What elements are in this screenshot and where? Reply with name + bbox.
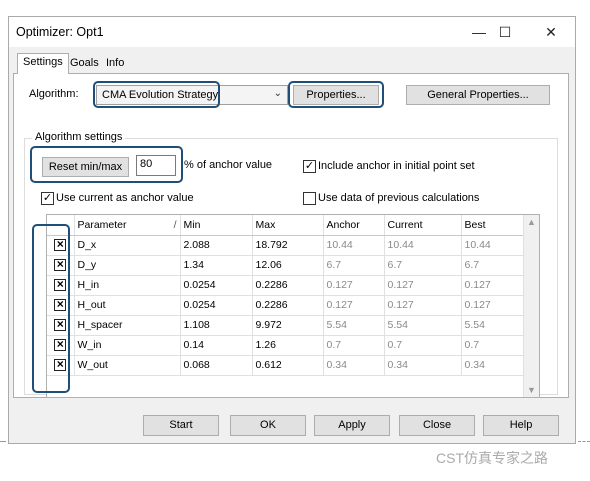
cell-current: 10.44	[384, 235, 462, 256]
cell-anchor: 6.7	[323, 255, 385, 276]
sort-indicator-icon: /	[173, 218, 177, 231]
highlight-properties	[288, 81, 384, 108]
cell-best: 6.7	[461, 255, 526, 276]
use-previous-label: Use data of previous calculations	[318, 192, 480, 204]
anchor-percent-input[interactable]: 80	[136, 155, 176, 176]
cell-parameter: W_out	[74, 355, 181, 376]
cell-min[interactable]: 0.0254	[180, 295, 253, 316]
column-header-current[interactable]: Current	[384, 215, 462, 236]
highlight-algorithm	[93, 81, 220, 108]
tab-settings[interactable]: Settings	[17, 53, 69, 74]
cell-anchor: 0.127	[323, 295, 385, 316]
highlight-checkbox-column	[32, 224, 70, 393]
column-header-min[interactable]: Min	[180, 215, 253, 236]
cell-max[interactable]: 1.26	[252, 335, 324, 356]
parameter-table: Parameter / Min Max Anchor Current Best …	[46, 214, 540, 398]
use-previous-checkbox[interactable]	[303, 192, 316, 205]
algorithm-label: Algorithm:	[29, 88, 79, 100]
tab-info[interactable]: Info	[101, 55, 129, 73]
cell-current: 0.34	[384, 355, 462, 376]
cell-best: 0.34	[461, 355, 526, 376]
minimize-icon[interactable]: —	[465, 21, 493, 43]
tab-goals[interactable]: Goals	[65, 55, 104, 73]
help-button[interactable]: Help	[483, 415, 559, 436]
divider-right	[578, 441, 590, 442]
use-current-checkbox[interactable]: ✓	[41, 192, 54, 205]
table-row[interactable]: × H_out 0.0254 0.2286 0.127 0.127 0.127	[47, 295, 526, 316]
column-header-parameter-label: Parameter	[77, 218, 127, 231]
settings-page: Algorithm: CMA Evolution Strategy ⌄ Prop…	[13, 73, 569, 398]
apply-button[interactable]: Apply	[314, 415, 390, 436]
scroll-up-icon[interactable]: ▲	[527, 217, 536, 227]
cell-parameter: H_spacer	[74, 315, 181, 336]
cell-parameter: D_x	[74, 235, 181, 256]
cell-max[interactable]: 0.2286	[252, 275, 324, 296]
include-anchor-label: Include anchor in initial point set	[318, 160, 475, 172]
cell-current: 0.127	[384, 275, 462, 296]
cell-max[interactable]: 0.2286	[252, 295, 324, 316]
table-row[interactable]: × D_y 1.34 12.06 6.7 6.7 6.7	[47, 255, 526, 276]
cell-min[interactable]: 1.34	[180, 255, 253, 276]
algorithm-settings-title: Algorithm settings	[32, 131, 126, 143]
use-current-label: Use current as anchor value	[56, 192, 194, 204]
column-header-parameter[interactable]: Parameter /	[74, 215, 181, 236]
table-row[interactable]: × D_x 2.088 18.792 10.44 10.44 10.44	[47, 235, 526, 256]
include-anchor-checkbox[interactable]: ✓	[303, 160, 316, 173]
cell-max[interactable]: 18.792	[252, 235, 324, 256]
optimizer-dialog: Optimizer: Opt1 — ☐ ✕ Settings Goals Inf…	[8, 16, 576, 444]
cell-best: 0.127	[461, 295, 526, 316]
cell-best: 0.7	[461, 335, 526, 356]
title-bar: Optimizer: Opt1 — ☐ ✕	[9, 17, 575, 47]
window-title: Optimizer: Opt1	[16, 25, 104, 39]
cell-parameter: H_in	[74, 275, 181, 296]
table-row[interactable]: × W_out 0.068 0.612 0.34 0.34 0.34	[47, 355, 526, 376]
cell-min[interactable]: 2.088	[180, 235, 253, 256]
column-header-anchor[interactable]: Anchor	[323, 215, 385, 236]
chevron-down-icon: ⌄	[273, 88, 282, 99]
cell-anchor: 0.127	[323, 275, 385, 296]
close-icon[interactable]: ✕	[537, 21, 565, 43]
divider-left	[0, 441, 6, 442]
ok-button[interactable]: OK	[230, 415, 306, 436]
cell-max[interactable]: 9.972	[252, 315, 324, 336]
cell-anchor: 5.54	[323, 315, 385, 336]
close-button[interactable]: Close	[399, 415, 475, 436]
cell-min[interactable]: 1.108	[180, 315, 253, 336]
cell-max[interactable]: 12.06	[252, 255, 324, 276]
cell-max[interactable]: 0.612	[252, 355, 324, 376]
table-vertical-scrollbar[interactable]: ▲ ▼	[523, 215, 539, 397]
table-row[interactable]: × W_in 0.14 1.26 0.7 0.7 0.7	[47, 335, 526, 356]
column-header-max[interactable]: Max	[252, 215, 324, 236]
cell-current: 5.54	[384, 315, 462, 336]
cell-min[interactable]: 0.14	[180, 335, 253, 356]
cell-best: 10.44	[461, 235, 526, 256]
cell-anchor: 0.7	[323, 335, 385, 356]
cell-min[interactable]: 0.0254	[180, 275, 253, 296]
table-header-row: Parameter / Min Max Anchor Current Best	[47, 215, 526, 236]
cell-best: 5.54	[461, 315, 526, 336]
cell-min[interactable]: 0.068	[180, 355, 253, 376]
cell-anchor: 0.34	[323, 355, 385, 376]
scroll-down-icon[interactable]: ▼	[527, 385, 536, 395]
watermark-text: CST仿真专家之路	[436, 450, 548, 466]
cell-current: 0.127	[384, 295, 462, 316]
cell-current: 0.7	[384, 335, 462, 356]
cell-parameter: W_in	[74, 335, 181, 356]
cell-anchor: 10.44	[323, 235, 385, 256]
cell-current: 6.7	[384, 255, 462, 276]
maximize-icon[interactable]: ☐	[491, 21, 519, 43]
general-properties-button[interactable]: General Properties...	[406, 85, 550, 105]
start-button[interactable]: Start	[143, 415, 219, 436]
cell-parameter: H_out	[74, 295, 181, 316]
table-row[interactable]: × H_in 0.0254 0.2286 0.127 0.127 0.127	[47, 275, 526, 296]
cell-best: 0.127	[461, 275, 526, 296]
table-row[interactable]: × H_spacer 1.108 9.972 5.54 5.54 5.54	[47, 315, 526, 336]
anchor-percent-label: % of anchor value	[184, 159, 273, 171]
cell-parameter: D_y	[74, 255, 181, 276]
column-header-best[interactable]: Best	[461, 215, 526, 236]
